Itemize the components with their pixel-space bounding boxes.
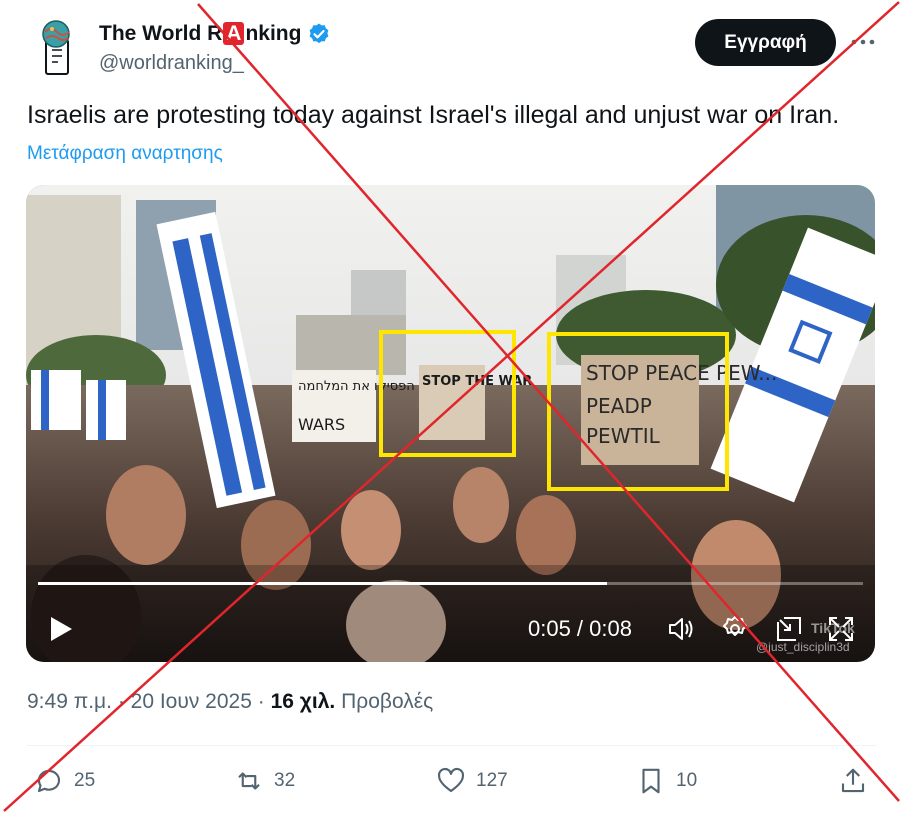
account-handle[interactable]: @worldranking_ — [99, 52, 244, 75]
views-count: 16 χιλ. — [270, 690, 336, 713]
translate-link[interactable]: Μετάφραση αναρτησης — [27, 143, 223, 165]
sign-left-text: הפסיקו את המלחמה — [298, 379, 415, 394]
avatar-logo-icon — [42, 20, 70, 75]
avatar[interactable] — [36, 20, 80, 76]
video-progress-fill — [38, 582, 608, 585]
svg-text:PEADP: PEADP — [586, 394, 652, 418]
divider — [27, 745, 876, 746]
sign-right-text: STOP PEACE PEW... — [586, 361, 777, 385]
repost-count: 32 — [274, 770, 296, 791]
tiktok-brand: TikTok — [811, 620, 855, 636]
reply-icon — [37, 769, 61, 793]
share-button[interactable] — [838, 764, 868, 798]
account-name-row[interactable]: The World R Anking — [99, 20, 331, 48]
svg-text:PEWTIL: PEWTIL — [586, 424, 661, 448]
video-progress-bar[interactable] — [38, 582, 863, 585]
bookmark-icon — [642, 768, 660, 794]
reply-count: 25 — [74, 770, 96, 791]
repost-icon — [238, 772, 260, 790]
volume-icon[interactable] — [666, 614, 696, 644]
tweet-time[interactable]: 9:49 π.μ. — [27, 690, 112, 713]
bookmark-button[interactable]: 10 — [636, 764, 697, 798]
like-button[interactable]: 127 — [436, 764, 508, 798]
more-dots-icon[interactable] — [848, 32, 878, 52]
follow-button[interactable]: Εγγραφή — [695, 19, 836, 66]
video-player[interactable]: הפסיקו את המלחמה WARS STOP THE WAR STOP … — [26, 185, 875, 662]
like-count: 127 — [476, 770, 508, 791]
tweet-meta: 9:49 π.μ. · 20 Ιουν 2025 · 16 χιλ. Προβο… — [27, 690, 434, 713]
views-label: Προβολές — [341, 690, 434, 713]
play-icon[interactable] — [48, 615, 74, 643]
account-name[interactable]: The World R Anking — [99, 22, 301, 46]
tweet-text: Israelis are protesting today against Is… — [27, 101, 840, 129]
video-time: 0:05 / 0:08 — [528, 616, 632, 641]
video-frame: הפסיקו את המלחמה WARS STOP THE WAR STOP … — [26, 185, 875, 662]
bookmark-count: 10 — [676, 770, 698, 791]
heart-icon — [437, 767, 465, 793]
tweet-date[interactable]: 20 Ιουν 2025 — [131, 690, 252, 713]
svg-text:WARS: WARS — [298, 415, 345, 434]
reply-button[interactable]: 25 — [34, 764, 95, 798]
tiktok-watermark: @just_disciplin3d — [756, 640, 850, 654]
settings-icon[interactable] — [720, 614, 750, 644]
share-icon — [841, 768, 865, 793]
repost-button[interactable]: 32 — [234, 764, 295, 798]
verified-badge-icon — [310, 23, 329, 44]
